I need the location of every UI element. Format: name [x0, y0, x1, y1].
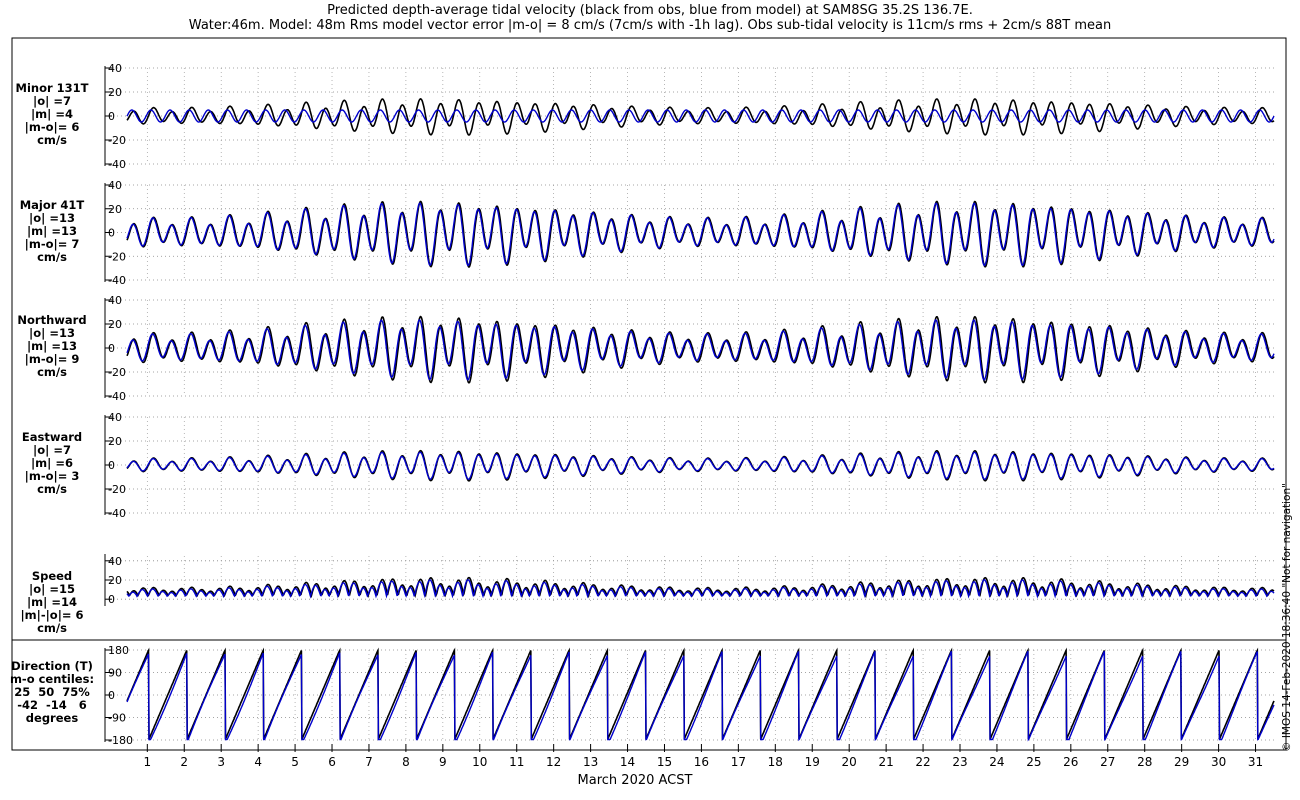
y-tick-label: 0	[108, 227, 115, 240]
panel-label-1: Minor 131T |o| =7 |m| =4 |m-o|= 6 cm/s	[6, 82, 98, 147]
x-tick-label: 25	[1026, 755, 1041, 769]
y-tick-label: -40	[108, 158, 126, 171]
y-tick-label: -40	[108, 274, 126, 287]
x-tick-label: 8	[402, 755, 410, 769]
panel-label-5: Speed |o| =15 |m| =14 |m|-|o|= 6 cm/s	[6, 570, 98, 635]
x-tick-label: 1	[143, 755, 151, 769]
x-tick-label: 7	[365, 755, 373, 769]
y-tick-label: 0	[108, 689, 115, 702]
panel-6: 180 90 0 -90 -180	[104, 644, 1275, 747]
y-tick-label: -90	[108, 712, 126, 725]
x-tick-label: 20	[842, 755, 857, 769]
x-tick-label: 10	[472, 755, 487, 769]
panel-label-line: cm/s	[37, 482, 67, 496]
panel-2: 40 20 0 -20 -40	[104, 179, 1275, 287]
y-tick-label: 20	[108, 574, 122, 587]
x-tick-label: 26	[1063, 755, 1078, 769]
y-tick-label: 20	[108, 203, 122, 216]
y-tick-label: -180	[108, 734, 133, 747]
y-tick-label: -20	[108, 483, 126, 496]
y-tick-label: 40	[108, 555, 122, 568]
x-tick-label: 17	[731, 755, 746, 769]
panel-label-line: cm/s	[37, 250, 67, 264]
panel-label-3: Northward |o| =13 |m| =13 |m-o|= 9 cm/s	[6, 314, 98, 379]
x-tick-label: 23	[952, 755, 967, 769]
y-tick-label: 0	[108, 110, 115, 123]
tidal-velocity-figure: 40200-20-4040200-20-4040200-20-4040200-2…	[11, 37, 1287, 788]
x-tick-label: 15	[657, 755, 672, 769]
x-tick-label: 5	[291, 755, 299, 769]
y-tick-label: 40	[108, 62, 122, 75]
y-tick-label: 0	[108, 459, 115, 472]
y-tick-label: -40	[108, 507, 126, 520]
x-tick-label: 29	[1174, 755, 1189, 769]
x-tick-label: 27	[1100, 755, 1115, 769]
panel-4: 40 20 0 -20 -40	[104, 411, 1275, 520]
y-tick-label: 20	[108, 435, 122, 448]
panel-label-6: Direction (T) m-o centiles: 25 50 75% -42 -…	[6, 660, 98, 725]
y-tick-label: 40	[108, 411, 122, 424]
x-tick-label: 3	[217, 755, 225, 769]
series-obs-line	[126, 449, 1275, 482]
x-tick-label: 9	[439, 755, 447, 769]
panel-label-2: Major 41T |o| =13 |m| =13 |m-o|= 7 cm/s	[6, 199, 98, 264]
x-tick-label: 19	[805, 755, 820, 769]
y-tick-label: 180	[108, 644, 129, 657]
panel-label-line: cm/s	[37, 621, 67, 635]
panel-label-4: Eastward |o| =7 |m| =6 |m-o|= 3 cm/s	[6, 431, 98, 496]
y-tick-label: -40	[108, 390, 126, 403]
x-tick-label: 18	[768, 755, 783, 769]
panel-3: 40 20 0 -20 -40	[104, 294, 1275, 403]
x-tick-label: 16	[694, 755, 709, 769]
y-tick-label: 0	[108, 593, 115, 606]
copyright-note: © IMOS 14-Feb-2020 18:36:40 "Not for nav…	[1281, 483, 1293, 752]
panel-label-line: cm/s	[37, 133, 67, 147]
x-tick-label: 24	[989, 755, 1004, 769]
y-tick-label: 40	[108, 179, 122, 192]
x-tick-label: 30	[1211, 755, 1226, 769]
x-tick-label: 12	[546, 755, 561, 769]
series-model-line	[126, 579, 1275, 599]
panel-5: 40 20 0	[104, 554, 1275, 606]
y-tick-label: 20	[108, 318, 122, 331]
panel-label-line: cm/s	[37, 365, 67, 379]
y-tick-label: 90	[108, 667, 122, 680]
upper-frame	[11, 37, 1287, 751]
panel-1: 40 20 0 -20 -40	[104, 62, 1275, 171]
x-tick-label: 6	[328, 755, 336, 769]
panel-label-line: degrees	[25, 711, 79, 725]
x-tick-label: 28	[1137, 755, 1152, 769]
y-tick-label: 20	[108, 86, 122, 99]
y-tick-label: 0	[108, 342, 115, 355]
x-tick-label: 2	[180, 755, 188, 769]
y-tick-label: -20	[108, 250, 126, 263]
x-tick-label: 21	[878, 755, 893, 769]
x-tick-label: 13	[583, 755, 598, 769]
x-axis-label: March 2020 ACST	[578, 773, 693, 788]
x-tick-label: 14	[620, 755, 635, 769]
x-tick-label: 31	[1248, 755, 1263, 769]
x-tick-label: 22	[915, 755, 930, 769]
x-tick-label: 11	[509, 755, 524, 769]
x-tick-label: 4	[254, 755, 262, 769]
y-tick-label: 40	[108, 294, 122, 307]
y-tick-label: -20	[108, 366, 126, 379]
y-tick-label: -20	[108, 134, 126, 147]
